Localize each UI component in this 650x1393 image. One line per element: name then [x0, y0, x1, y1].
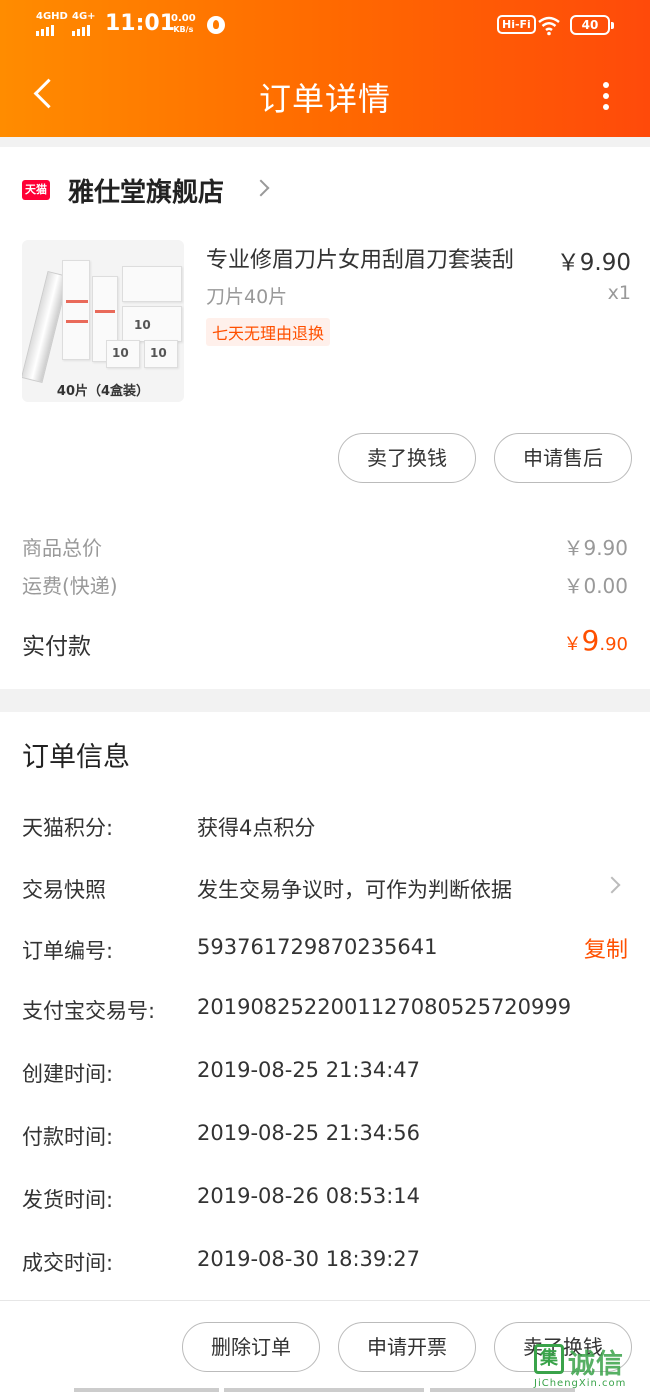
signal-icon-2	[72, 24, 90, 36]
paid-time-value: 2019-08-25 21:34:56	[197, 1121, 421, 1145]
image-caption: 40片（4盒装）	[56, 384, 150, 399]
product-price: ￥9.90	[556, 250, 631, 276]
speed-unit: KB/s	[173, 25, 194, 34]
battery-icon: 40	[570, 15, 614, 35]
order-info-title: 订单信息	[22, 742, 130, 773]
product-quantity: x1	[607, 282, 631, 304]
gesture-bar	[0, 1388, 650, 1393]
gesture-line	[74, 1388, 219, 1392]
paid-currency: ￥	[563, 634, 582, 655]
snapshot-label[interactable]: 交易快照	[22, 874, 106, 904]
box-label: 10	[134, 318, 151, 332]
return-policy-tag: 七天无理由退换	[206, 318, 331, 346]
completed-label: 成交时间:	[22, 1251, 114, 1275]
gesture-line	[224, 1388, 424, 1392]
stripe-graphic	[66, 300, 88, 303]
product-sku: 刀片40片	[206, 286, 288, 308]
snapshot-value[interactable]: 发生交易争议时，可作为判断依据	[197, 874, 512, 904]
product-title[interactable]: 专业修眉刀片女用刮眉刀套装刮	[206, 242, 536, 274]
box-graphic	[122, 306, 182, 342]
shipping-value: ￥0.00	[563, 574, 628, 598]
watermark-logo-icon: 集	[534, 1344, 564, 1374]
signal-icon	[36, 24, 54, 36]
stripe-graphic	[95, 310, 115, 313]
paid-decimal: .90	[599, 634, 628, 655]
dot	[603, 104, 609, 110]
gesture-line	[430, 1388, 575, 1392]
sim2-label: 4G+	[72, 11, 96, 22]
clock: 11:01	[105, 11, 176, 36]
stripe-graphic	[66, 320, 88, 323]
wifi-icon	[538, 16, 560, 36]
paid-label: 实付款	[22, 634, 91, 660]
shop-name[interactable]: 雅仕堂旗舰店	[68, 172, 224, 209]
box-graphic	[122, 266, 182, 302]
box-label: 10	[150, 346, 167, 360]
order-number-value: 593761729870235641	[197, 935, 438, 959]
more-options-button[interactable]	[596, 76, 616, 116]
box-label: 10	[112, 346, 129, 360]
page-title: 订单详情	[258, 80, 391, 118]
sell-for-cash-button[interactable]: 卖了换钱	[338, 433, 476, 483]
created-value: 2019-08-25 21:34:47	[197, 1058, 421, 1082]
watermark-text: 诚信	[568, 1349, 624, 1380]
copy-button[interactable]: 复制	[584, 932, 628, 964]
completed-value: 2019-08-30 18:39:27	[197, 1247, 421, 1271]
total-label: 商品总价	[22, 536, 102, 560]
sim1-label: 4GHD	[36, 11, 68, 22]
watermark: 集 诚信 JiChengXin.com	[534, 1340, 650, 1393]
shipped-label: 发货时间:	[22, 1188, 114, 1212]
tmall-logo-icon: 天猫	[22, 180, 50, 200]
product-image[interactable]: 10 10 10 40片（4盒装）	[22, 240, 184, 402]
apply-after-sale-button[interactable]: 申请售后	[494, 433, 632, 483]
alipay-value: 2019082522001127080525720999	[197, 995, 572, 1019]
status-bar: 4GHD 4G+ 11:01 0.00 KB/s Hi-Fi 40	[0, 0, 650, 52]
battery-level: 40	[581, 18, 599, 32]
speed-value: 0.00	[171, 13, 196, 24]
box-graphic	[62, 260, 90, 360]
notification-app-icon	[207, 16, 225, 34]
vertical-dots-icon	[603, 82, 609, 88]
info-label: 天猫积分:	[22, 816, 114, 840]
info-value: 获得4点积分	[197, 816, 316, 840]
request-invoice-button[interactable]: 申请开票	[338, 1322, 476, 1372]
paid-integer: 9	[581, 624, 600, 657]
paid-time-label: 付款时间:	[22, 1125, 114, 1149]
paid-amount: ￥9.90	[564, 624, 628, 657]
order-item-card	[0, 147, 650, 689]
created-label: 创建时间:	[22, 1062, 114, 1086]
shipped-value: 2019-08-26 08:53:14	[197, 1184, 421, 1208]
shipping-label: 运费(快递)	[22, 574, 118, 598]
alipay-label: 支付宝交易号:	[22, 999, 156, 1023]
network-speed: 0.00 KB/s	[171, 13, 196, 35]
order-number-label: 订单编号:	[22, 939, 114, 963]
app-header: 4GHD 4G+ 11:01 0.00 KB/s Hi-Fi 40 订单详情	[0, 0, 650, 137]
total-value: ￥9.90	[563, 536, 628, 560]
delete-order-button[interactable]: 删除订单	[182, 1322, 320, 1372]
hifi-badge: Hi-Fi	[497, 15, 536, 34]
dot	[603, 93, 609, 99]
